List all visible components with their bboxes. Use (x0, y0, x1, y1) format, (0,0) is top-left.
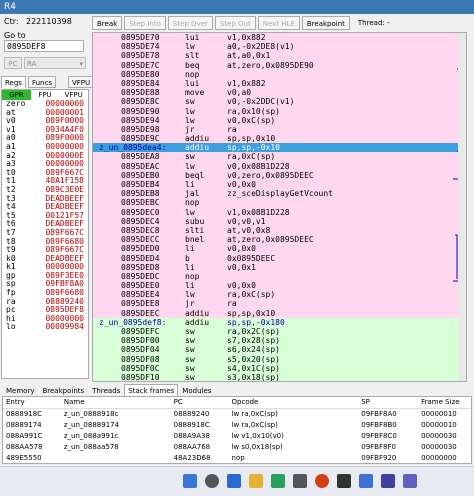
terminal-icon[interactable] (337, 474, 351, 488)
table-row[interactable]: 088A991C z_un_088a991c 088A9A38 lw v1,0x10(… (3, 431, 471, 442)
table-header: Entry Name PC Opcode SP Frame Size (3, 397, 471, 409)
frame-pc: 088A9A38 (173, 432, 210, 440)
chevron-down-icon: ▾ (79, 60, 83, 68)
window-title: R4 (0, 0, 474, 14)
frame-size: 00000000 (421, 454, 457, 462)
frame-opcode: lw ra,0xC(sp) (231, 421, 278, 429)
disassembly-view[interactable]: 0895DE70 lui v1,0x882 0895DE74 lw a0,-0x2DE8(… (92, 32, 467, 382)
frame-entry: 088A991C (6, 432, 43, 440)
search-icon[interactable] (205, 474, 219, 488)
col-pc[interactable]: PC (174, 397, 232, 408)
ra-select-label: RA (27, 60, 37, 68)
register-row[interactable]: lo 00009984 (2, 323, 88, 332)
disassembly-scrollbar[interactable] (458, 33, 466, 381)
col-name[interactable]: Name (64, 397, 174, 408)
frame-entry: 489E5550 (6, 454, 42, 462)
frame-size: 00000010 (421, 410, 457, 418)
game-icon[interactable] (403, 474, 417, 488)
ctr-value: 222110398 (26, 17, 72, 26)
ppsspp-icon[interactable] (359, 474, 373, 488)
bottom-tabs: Memory Breakpoints Threads Stack frames … (2, 384, 215, 397)
branch-arrows (453, 68, 463, 282)
register-tabs: Regs Funcs VFPU (1, 76, 95, 88)
col-opcode[interactable]: Opcode (232, 397, 362, 408)
tab-funcs[interactable]: Funcs (27, 76, 56, 88)
frame-pc: 088AA768 (173, 443, 211, 451)
goto-label: Go to (4, 31, 26, 40)
frame-size: 00000030 (421, 432, 457, 440)
frame-pc: 08889240 (173, 410, 210, 418)
step-over-button[interactable]: Step Over (167, 16, 213, 30)
frame-opcode: nop (231, 454, 245, 462)
register-name: lo (6, 322, 16, 332)
firefox-icon[interactable] (315, 474, 329, 488)
edge-browser-icon[interactable] (271, 474, 285, 488)
stack-frames-table: Entry Name PC Opcode SP Frame Size 08889… (2, 396, 472, 473)
register-list: zero 00000000 at 00000001 v0 089F0000 v1 0934A4… (2, 99, 88, 332)
next-hle-button[interactable]: Next HLE (257, 16, 300, 30)
frame-entry: 08889174 (6, 421, 42, 429)
ra-select[interactable]: RA ▾ (24, 57, 86, 69)
breakpoint-button[interactable]: Breakpoint (301, 16, 350, 30)
step-out-button[interactable]: Step Out (214, 16, 256, 30)
frame-sp: 09FBF8B0 (361, 421, 397, 429)
frame-opcode: lw ra,0xC(sp) (231, 410, 278, 418)
file-explorer-icon[interactable] (249, 474, 263, 488)
pc-button[interactable]: PC (4, 57, 22, 69)
debugger-icon[interactable] (381, 474, 395, 488)
app-icon[interactable] (293, 474, 307, 488)
frame-pc: 48A23D68 (173, 454, 211, 462)
table-row[interactable]: 489E5550 48A23D68 nop 09FBF920 00000000 (3, 453, 471, 464)
goto-input[interactable]: 0895DEF8 (4, 40, 84, 52)
table-row[interactable]: 08889174 z_un_08889174 0888918C lw ra,0xC(s… (3, 420, 471, 431)
frame-name: z_un_088aa578 (63, 443, 119, 451)
frame-sp: 09FBF920 (361, 454, 397, 462)
frame-name: z_un_088a991c (63, 432, 119, 440)
frame-opcode: lw s0,0x18(sp) (231, 443, 283, 451)
col-entry[interactable]: Entry (3, 397, 64, 408)
frame-entry: 0888918C (6, 410, 43, 418)
frame-size: 00000030 (421, 443, 457, 451)
break-button[interactable]: Break (92, 16, 123, 30)
frame-name: z_un_08889174 (63, 421, 120, 429)
step-into-button[interactable]: Step Into (124, 16, 166, 30)
frame-sp: 09FBF8C0 (361, 432, 397, 440)
windows-start-icon[interactable] (183, 474, 197, 488)
frame-entry: 088AA578 (6, 443, 43, 451)
tab-vfpu[interactable]: VFPU (67, 76, 95, 88)
frame-size: 00000010 (421, 421, 457, 429)
frame-pc: 0888918C (173, 421, 210, 429)
ctr-label: Ctr: (4, 17, 19, 26)
task-view-icon[interactable] (227, 474, 241, 488)
col-sp[interactable]: SP (361, 397, 421, 408)
frame-opcode: lw v1,0x10(v0) (231, 432, 284, 440)
frame-name: z_un_0888918c (63, 410, 119, 418)
thread-label: Thread: - (357, 19, 390, 27)
col-frame-size[interactable]: Frame Size (421, 397, 471, 408)
register-value: 00009984 (45, 322, 84, 332)
taskbar (0, 466, 474, 496)
table-row[interactable]: 088AA578 z_un_088aa578 088AA768 lw s0,0x18(… (3, 442, 471, 453)
table-row[interactable]: 0888918C z_un_0888918c 08889240 lw ra,0xC(s… (3, 409, 471, 420)
debug-toolbar: Break Step Into Step Over Step Out Next … (92, 16, 390, 30)
frame-name (64, 453, 174, 464)
tab-regs[interactable]: Regs (1, 76, 26, 88)
register-panel: GPR FPU VFPU zero 00000000 at 00000001 v0 089… (1, 89, 89, 379)
left-panel: Ctr: 222110398 Go to 0895DEF8 PC RA ▾ Re… (0, 14, 95, 382)
frame-sp: 09FBF8A0 (361, 410, 397, 418)
frame-sp: 09FBF8F0 (361, 443, 396, 451)
